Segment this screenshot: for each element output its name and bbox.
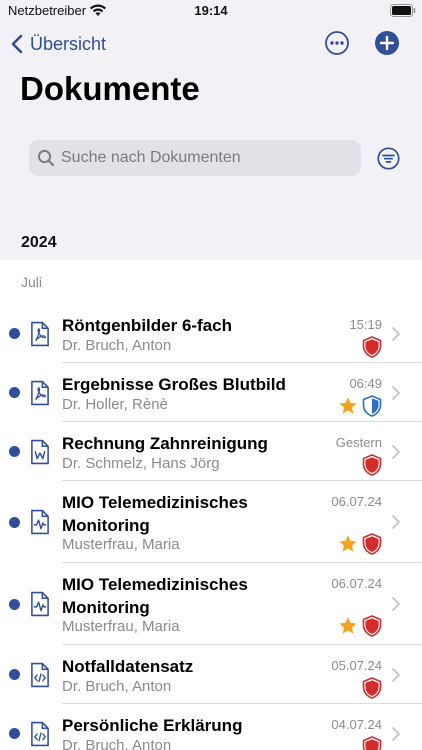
document-author: Dr. Bruch, Anton	[62, 337, 172, 354]
unread-indicator	[9, 328, 20, 339]
document-row[interactable]: Ergebnisse Großes Blutbild Dr. Holler, Rè…	[0, 363, 422, 422]
pdf-file-icon	[31, 321, 49, 346]
add-document-icon[interactable]	[374, 30, 400, 56]
document-badges	[362, 336, 382, 358]
document-row[interactable]: Persönliche Erklärung Dr. Bruch, Anton 04.…	[0, 704, 422, 750]
chevron-right-icon	[392, 444, 400, 459]
search-icon	[37, 149, 55, 167]
monitoring-file-icon	[31, 509, 49, 535]
document-row[interactable]: MIO Telemedizinisches Monitoring Musterfr…	[0, 563, 422, 645]
document-badges	[362, 736, 382, 750]
document-author: Musterfrau, Maria	[62, 536, 180, 553]
document-badges	[338, 615, 382, 637]
chevron-left-icon	[11, 34, 23, 54]
document-title: MIO Telemedizinisches Monitoring	[62, 493, 248, 535]
document-row[interactable]: Röntgenbilder 6-fach Dr. Bruch, Anton 15:1…	[0, 304, 422, 363]
document-title: Persönliche Erklärung	[62, 716, 243, 735]
shield-red-icon	[362, 677, 382, 699]
unread-indicator	[9, 669, 20, 680]
document-title: Rechnung Zahnreinigung	[62, 434, 268, 453]
chevron-right-icon	[392, 385, 400, 400]
star-icon	[339, 397, 357, 414]
unread-indicator	[9, 516, 20, 528]
chevron-right-icon	[392, 326, 400, 341]
document-row[interactable]: Rechnung Zahnreinigung Dr. Schmelz, Hans …	[0, 422, 422, 481]
document-date: 06.07.24	[331, 494, 382, 509]
document-author: Dr. Holler, Rènè	[62, 396, 168, 413]
year-section-header: 2024	[21, 234, 57, 251]
shield-red-icon	[362, 533, 382, 555]
document-title: Ergebnisse Großes Blutbild	[62, 375, 286, 394]
shield-red-icon	[362, 736, 382, 750]
document-author: Dr. Bruch, Anton	[62, 737, 172, 750]
document-author: Musterfrau, Maria	[62, 618, 180, 635]
star-icon	[339, 535, 357, 552]
page-title: Dokumente	[20, 70, 200, 107]
document-badges	[362, 677, 382, 699]
code-file-icon	[31, 662, 49, 687]
document-date: 05.07.24	[331, 658, 382, 673]
shield-red-icon	[362, 615, 382, 637]
document-date: 06:49	[349, 376, 382, 391]
document-date: 15:19	[349, 317, 382, 332]
document-title: Röntgenbilder 6-fach	[62, 316, 233, 335]
back-button-label: Übersicht	[30, 33, 107, 54]
month-section-header: Juli	[21, 274, 43, 290]
star-icon	[339, 617, 357, 634]
word-file-icon	[31, 439, 49, 464]
unread-indicator	[9, 598, 20, 610]
unread-indicator	[9, 387, 20, 398]
shield-red-icon	[362, 454, 382, 476]
document-author: Dr. Bruch, Anton	[62, 678, 172, 695]
chevron-right-icon	[392, 597, 400, 611]
document-badges	[338, 533, 382, 555]
chevron-right-icon	[392, 667, 400, 682]
code-file-icon	[31, 721, 49, 746]
filter-icon[interactable]	[377, 147, 400, 170]
shield-red-icon	[362, 336, 382, 358]
document-date: 06.07.24	[331, 576, 382, 591]
pdf-file-icon	[31, 380, 49, 405]
unread-indicator	[9, 728, 20, 739]
status-time: 19:14	[194, 3, 228, 18]
document-title: Notfalldatensatz	[62, 657, 194, 676]
document-badges	[338, 395, 382, 417]
unread-indicator	[9, 446, 20, 457]
search-input[interactable]	[61, 149, 351, 167]
battery-icon	[390, 4, 416, 17]
document-author: Dr. Schmelz, Hans Jörg	[62, 455, 220, 472]
back-button[interactable]: Übersicht	[10, 30, 106, 58]
shield-blue-icon	[362, 395, 382, 417]
search-bar[interactable]	[29, 140, 361, 176]
document-row[interactable]: Notfalldatensatz Dr. Bruch, Anton 05.07.24	[0, 645, 422, 704]
status-bar: Netzbetreiber 19:14	[0, 0, 422, 24]
chevron-right-icon	[392, 515, 400, 529]
monitoring-file-icon	[31, 591, 49, 617]
more-options-icon[interactable]	[324, 30, 350, 56]
document-badges	[362, 454, 382, 476]
document-date: Gestern	[335, 435, 382, 450]
document-title: MIO Telemedizinisches Monitoring	[62, 575, 248, 617]
chevron-right-icon	[392, 726, 400, 741]
document-date: 04.07.24	[331, 717, 382, 732]
document-list: Röntgenbilder 6-fach Dr. Bruch, Anton 15:1…	[0, 304, 422, 750]
document-row[interactable]: MIO Telemedizinisches Monitoring Musterfr…	[0, 481, 422, 563]
